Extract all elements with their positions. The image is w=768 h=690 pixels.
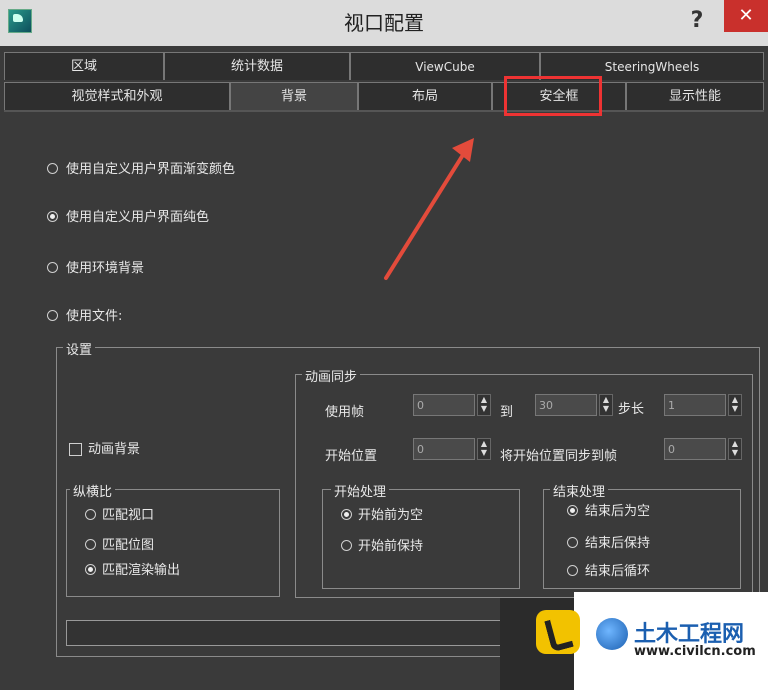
radio-ui-gradient[interactable] <box>47 163 58 174</box>
label-hold-after: 结束后保持 <box>585 536 651 551</box>
start-pos-spinner[interactable]: ▲▼ <box>413 438 491 462</box>
animate-background-checkbox[interactable] <box>69 443 82 456</box>
tab-background[interactable]: 背景 <box>230 82 358 110</box>
spinner-arrows-icon[interactable]: ▲ ▼ <box>477 394 491 416</box>
spinner-arrows-icon[interactable]: ▲ ▼ <box>728 438 742 460</box>
aspect-title: 纵横比 <box>70 481 116 500</box>
radio-blank-after[interactable] <box>567 505 578 516</box>
start-pos-input[interactable] <box>413 438 475 460</box>
label-ui-solid: 使用自定义用户界面纯色 <box>66 210 210 225</box>
spinner-arrows-icon[interactable]: ▲ ▼ <box>477 438 491 460</box>
help-button[interactable]: ? <box>682 6 712 36</box>
watermark-url: www.civilcn.com <box>634 644 756 659</box>
radio-hold-before[interactable] <box>341 540 352 551</box>
radio-match-viewport[interactable] <box>85 509 96 520</box>
file-path-field[interactable] <box>66 620 506 646</box>
label-match-bitmap: 匹配位图 <box>102 538 155 553</box>
radio-blank-before[interactable] <box>341 509 352 520</box>
sync-input[interactable] <box>664 438 726 460</box>
tab-display-performance[interactable]: 显示性能 <box>626 82 764 110</box>
label-environment: 使用环境背景 <box>66 261 145 276</box>
radio-hold-after[interactable] <box>567 537 578 548</box>
watermark-logo-icon <box>536 610 580 654</box>
tab-visual-style[interactable]: 视觉样式和外观 <box>4 82 230 110</box>
close-button[interactable]: ✕ <box>724 0 768 32</box>
tab-statistics[interactable]: 统计数据 <box>164 52 350 80</box>
highlight-box <box>504 76 602 116</box>
watermark-globe-icon <box>596 618 628 650</box>
aspect-group <box>66 489 280 597</box>
to-input[interactable] <box>535 394 597 416</box>
step-spinner[interactable]: ▲▼ <box>664 394 742 418</box>
radio-ui-solid[interactable] <box>47 211 58 222</box>
label-loop-after: 结束后循环 <box>585 564 651 579</box>
spinner-arrows-icon[interactable]: ▲ ▼ <box>728 394 742 416</box>
settings-title: 设置 <box>63 339 96 358</box>
anim-sync-title: 动画同步 <box>302 366 361 385</box>
sync-label: 将开始位置同步到帧 <box>500 449 618 464</box>
step-label: 步长 <box>618 402 645 417</box>
radio-match-render[interactable] <box>85 564 96 575</box>
radio-loop-after[interactable] <box>567 565 578 576</box>
to-spinner[interactable]: ▲▼ <box>535 394 613 418</box>
label-file: 使用文件: <box>66 309 123 324</box>
label-match-viewport: 匹配视口 <box>102 508 155 523</box>
start-proc-title: 开始处理 <box>331 481 390 500</box>
tab-layout[interactable]: 布局 <box>358 82 492 110</box>
window-title: 视口配置 <box>344 11 424 35</box>
start-pos-label: 开始位置 <box>325 449 378 464</box>
label-ui-gradient: 使用自定义用户界面渐变颜色 <box>66 162 236 177</box>
use-frame-spinner[interactable]: ▲▼ <box>413 394 491 418</box>
radio-file[interactable] <box>47 310 58 321</box>
spinner-arrows-icon[interactable]: ▲ ▼ <box>599 394 613 416</box>
step-input[interactable] <box>664 394 726 416</box>
use-frame-input[interactable] <box>413 394 475 416</box>
sync-spinner[interactable]: ▲▼ <box>664 438 742 462</box>
use-frame-label: 使用帧 <box>325 405 365 420</box>
annotation-arrow <box>384 138 474 280</box>
to-label: 到 <box>500 405 514 420</box>
tab-region[interactable]: 区域 <box>4 52 164 80</box>
animate-background-label: 动画背景 <box>88 442 141 457</box>
label-match-render: 匹配渲染输出 <box>102 563 181 578</box>
label-blank-after: 结束后为空 <box>585 504 651 519</box>
radio-match-bitmap[interactable] <box>85 539 96 550</box>
radio-environment[interactable] <box>47 262 58 273</box>
close-icon: ✕ <box>738 5 754 26</box>
label-blank-before: 开始前为空 <box>358 508 424 523</box>
end-proc-title: 结束处理 <box>550 481 609 500</box>
label-hold-before: 开始前保持 <box>358 539 424 554</box>
